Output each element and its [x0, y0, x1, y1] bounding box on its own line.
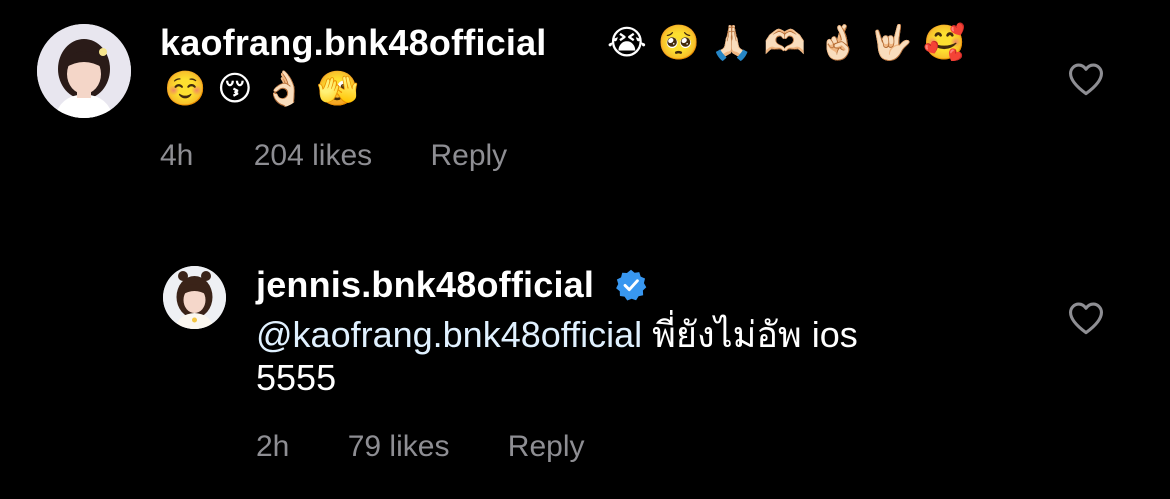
verified-badge-icon	[616, 269, 647, 301]
avatar[interactable]	[163, 266, 226, 329]
reply-likes[interactable]: 79 likes	[348, 430, 450, 464]
reply-username-text[interactable]: jennis.bnk48official	[256, 264, 594, 305]
reply-meta: 2h 79 likes Reply	[256, 430, 584, 464]
reply-username: jennis.bnk48official	[256, 264, 648, 306]
comment-emoji-line-2: ☺️ 😚 👌🏻 🫣	[164, 69, 359, 109]
avatar[interactable]	[37, 24, 131, 118]
comment-username[interactable]: kaofrang.bnk48official	[160, 22, 547, 64]
comment-emoji-line-1: 😭 🥺 🙏🏻 🫶🏻 🤞🏻 🤟🏻 🥰	[607, 23, 966, 63]
reply-text-line-1: @kaofrang.bnk48official พี่ยังไม่อัพ ios	[256, 313, 1056, 357]
reply-time: 2h	[256, 430, 290, 463]
comment-time: 4h	[160, 139, 194, 172]
comment-meta: 4h 204 likes Reply	[160, 139, 507, 173]
reply-button[interactable]: Reply	[430, 139, 507, 173]
mention-link[interactable]: @kaofrang.bnk48official	[256, 314, 642, 355]
reply-text-line-2: 5555	[256, 357, 337, 398]
reply-text: @kaofrang.bnk48official พี่ยังไม่อัพ ios…	[256, 313, 1056, 400]
reply-body: พี่ยังไม่อัพ ios	[642, 314, 858, 355]
heart-icon[interactable]	[1067, 301, 1105, 335]
heart-icon[interactable]	[1067, 62, 1105, 96]
comment-likes[interactable]: 204 likes	[254, 139, 372, 173]
reply-button[interactable]: Reply	[508, 430, 585, 464]
avatar-image	[163, 266, 226, 329]
avatar-image	[37, 24, 131, 118]
